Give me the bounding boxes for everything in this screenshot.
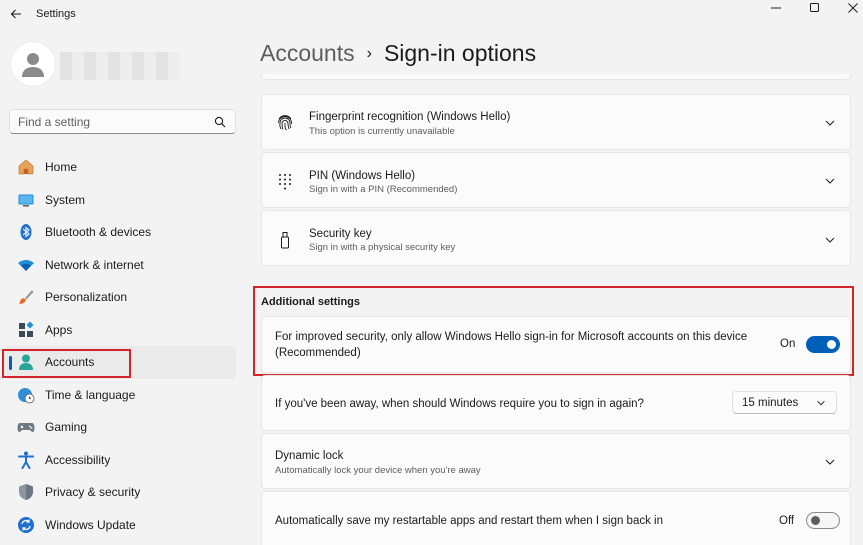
fingerprint-card[interactable]: Fingerprint recognition (Windows Hello) … [261, 94, 851, 150]
back-arrow-icon [10, 9, 21, 19]
title-bar: Settings [0, 0, 863, 28]
sidebar-item-bluetooth[interactable]: Bluetooth & devices [4, 216, 236, 249]
sidebar-item-network[interactable]: Network & internet [4, 249, 236, 282]
fingerprint-icon [276, 113, 294, 131]
sidebar-item-label: Windows Update [45, 517, 136, 532]
require-signin-label: If you've been away, when should Windows… [275, 398, 644, 410]
system-icon [17, 191, 35, 209]
sidebar-item-label: Network & internet [45, 257, 144, 272]
sidebar-item-label: Time & language [45, 387, 136, 402]
card-title: PIN (Windows Hello) [309, 170, 416, 182]
globe-clock-icon [17, 386, 35, 404]
sidebar-item-label: Apps [45, 322, 73, 337]
pin-keypad-icon [276, 172, 294, 190]
card-title: Security key [309, 228, 372, 240]
minimize-button[interactable] [758, 0, 794, 16]
breadcrumb-parent[interactable]: Accounts [260, 40, 355, 67]
sidebar-item-label: Accessibility [45, 452, 111, 467]
security-key-card[interactable]: Security key Sign in with a physical sec… [261, 210, 851, 266]
sidebar-item-time-language[interactable]: Time & language [4, 379, 236, 412]
accessibility-icon [17, 451, 35, 469]
maximize-button[interactable] [797, 0, 833, 16]
bluetooth-icon [17, 223, 35, 241]
sidebar-item-label: Privacy & security [45, 485, 141, 500]
dynamic-lock-card[interactable]: Dynamic lock Automatically lock your dev… [261, 433, 851, 489]
card-subtitle: Automatically lock your device when you'… [275, 465, 481, 476]
chevron-down-icon[interactable] [824, 117, 836, 129]
close-icon [848, 3, 858, 13]
sidebar-item-windows-update[interactable]: Windows Update [4, 509, 236, 542]
card-subtitle: Sign in with a physical security key [309, 242, 456, 253]
search-icon[interactable] [214, 116, 226, 128]
restart-apps-label: Automatically save my restartable apps a… [275, 515, 663, 527]
minimize-icon [771, 7, 781, 9]
chevron-down-icon[interactable] [824, 175, 836, 187]
security-key-icon [276, 231, 294, 249]
chevron-down-icon [817, 401, 825, 406]
page-title: Sign-in options [383, 40, 537, 66]
require-signin-dropdown[interactable]: 15 minutes [732, 391, 837, 414]
restart-apps-toggle[interactable] [806, 512, 840, 529]
profile-name-redacted [60, 52, 180, 80]
chevron-down-icon[interactable] [824, 234, 836, 246]
sidebar-item-privacy-security[interactable]: Privacy & security [4, 476, 236, 509]
toggle-state-label: Off [779, 515, 795, 527]
back-button[interactable] [7, 5, 25, 23]
sidebar-item-label: Bluetooth & devices [45, 225, 152, 240]
app-title: Settings [36, 8, 76, 20]
sidebar-item-home[interactable]: Home [4, 151, 236, 184]
card-title: Dynamic lock [275, 450, 344, 462]
sidebar-item-label: Personalization [45, 290, 128, 305]
sidebar-item-system[interactable]: System [4, 184, 236, 217]
additional-settings-highlight-box [253, 286, 854, 376]
close-button[interactable] [835, 0, 863, 16]
restart-apps-card: Automatically save my restartable apps a… [261, 491, 851, 545]
sidebar-item-apps[interactable]: Apps [4, 314, 236, 347]
brush-icon [17, 288, 35, 306]
sidebar-item-personalization[interactable]: Personalization [4, 281, 236, 314]
card-title: Fingerprint recognition (Windows Hello) [309, 111, 511, 123]
sidebar-item-label: System [45, 192, 86, 207]
sidebar-nav: Home System Bluetooth & devices Network … [0, 151, 240, 541]
breadcrumb-separator: › [366, 44, 372, 62]
sidebar-item-gaming[interactable]: Gaming [4, 411, 236, 444]
sidebar-item-label: Gaming [45, 420, 88, 435]
sidebar-item-accessibility[interactable]: Accessibility [4, 444, 236, 477]
breadcrumb: Accounts › Sign-in options [260, 40, 536, 67]
toggle-knob [811, 516, 820, 525]
sidebar-item-label: Home [45, 160, 78, 175]
dropdown-value: 15 minutes [742, 397, 799, 409]
previous-card-edge [261, 74, 851, 80]
accounts-highlight-box [2, 349, 131, 378]
card-subtitle: This option is currently unavailable [309, 126, 455, 137]
user-silhouette-icon [22, 53, 44, 77]
wifi-icon [17, 256, 35, 274]
chevron-down-icon[interactable] [824, 456, 836, 468]
card-subtitle: Sign in with a PIN (Recommended) [309, 184, 458, 195]
pin-card[interactable]: PIN (Windows Hello) Sign in with a PIN (… [261, 152, 851, 208]
apps-icon [17, 321, 35, 339]
update-icon [17, 516, 35, 534]
gamepad-icon [17, 418, 35, 436]
maximize-icon [810, 3, 819, 12]
search-box[interactable] [9, 109, 236, 134]
home-icon [17, 158, 35, 176]
avatar[interactable] [10, 41, 56, 87]
search-input[interactable] [18, 115, 208, 129]
shield-icon [17, 483, 35, 501]
